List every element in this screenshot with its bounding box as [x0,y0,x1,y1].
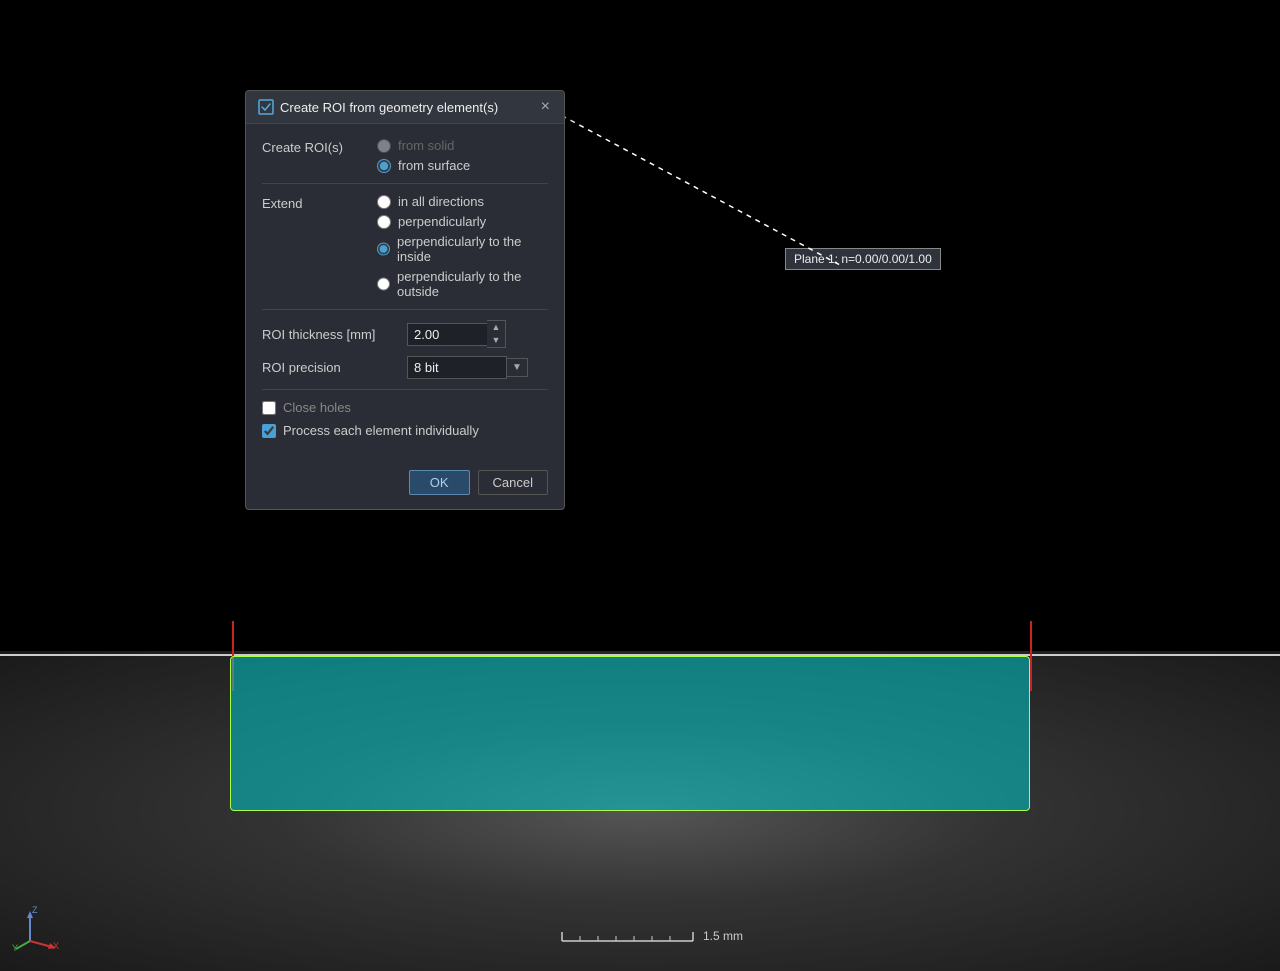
dialog-footer: OK Cancel [246,460,564,509]
scale-bar-svg [560,929,695,943]
create-roi-label: Create ROI(s) [262,138,377,155]
select-arrow-icon: ▼ [507,358,528,377]
roi-icon [258,99,274,115]
spinner-down[interactable]: ▼ [487,334,505,347]
extend-controls: in all directions perpendicularly perpen… [377,194,548,299]
divider-3 [262,389,548,390]
cancel-button[interactable]: Cancel [478,470,548,495]
close-holes-label: Close holes [283,400,351,415]
from-solid-label: from solid [398,138,454,153]
roi-thickness-input-wrap: ▲ ▼ [407,320,548,348]
process-each-checkbox[interactable] [262,424,276,438]
from-surface-option[interactable]: from surface [377,158,548,173]
create-roi-row: Create ROI(s) from solid from surface [262,138,548,173]
roi-precision-row: ROI precision 8 bit 16 bit 32 bit ▼ [262,356,548,379]
close-holes-row: Close holes [262,400,548,415]
roi-thickness-label: ROI thickness [mm] [262,327,407,342]
perpendicularly-inside-label: perpendicularly to the inside [397,234,548,264]
axis-indicator: Z X Y [10,901,60,951]
dialog: Create ROI from geometry element(s) × Cr… [245,90,565,510]
perpendicularly-inside-option[interactable]: perpendicularly to the inside [377,234,548,264]
in-all-directions-option[interactable]: in all directions [377,194,548,209]
dialog-title-left: Create ROI from geometry element(s) [258,99,498,115]
extend-row: Extend in all directions perpendicularly… [262,194,548,299]
in-all-directions-label: in all directions [398,194,484,209]
divider-1 [262,183,548,184]
perpendicularly-outside-label: perpendicularly to the outside [397,269,548,299]
roi-box [230,656,1030,811]
scale-bar: 1.5 mm [560,929,743,943]
spinner-up[interactable]: ▲ [487,321,505,334]
roi-precision-select[interactable]: 8 bit 16 bit 32 bit [407,356,507,379]
roi-thickness-spinner: ▲ ▼ [487,320,506,348]
plane-tooltip: Plane 1: n=0.00/0.00/1.00 [785,248,941,270]
viewport: Plane 1: n=0.00/0.00/1.00 1.5 mm Z X [0,0,1280,971]
close-holes-checkbox[interactable] [262,401,276,415]
svg-text:Z: Z [32,905,38,915]
extend-label: Extend [262,194,377,211]
svg-text:Y: Y [12,943,18,951]
divider-2 [262,309,548,310]
process-each-row: Process each element individually [262,423,548,438]
plane-tooltip-text: Plane 1: n=0.00/0.00/1.00 [794,252,932,266]
roi-precision-label: ROI precision [262,360,407,375]
dialog-title-text: Create ROI from geometry element(s) [280,100,498,115]
perpendicularly-option[interactable]: perpendicularly [377,214,548,229]
roi-precision-select-wrap: 8 bit 16 bit 32 bit ▼ [407,356,548,379]
svg-text:X: X [53,941,59,951]
roi-thickness-input[interactable] [407,323,487,346]
from-solid-option[interactable]: from solid [377,138,548,153]
red-line-right [1030,621,1032,691]
dialog-titlebar: Create ROI from geometry element(s) × [246,91,564,124]
perpendicularly-label: perpendicularly [398,214,486,229]
dialog-body: Create ROI(s) from solid from surface Ex… [246,124,564,460]
roi-thickness-row: ROI thickness [mm] ▲ ▼ [262,320,548,348]
perpendicularly-outside-option[interactable]: perpendicularly to the outside [377,269,548,299]
from-surface-label: from surface [398,158,470,173]
create-roi-controls: from solid from surface [377,138,548,173]
close-button[interactable]: × [539,99,552,115]
scale-bar-label: 1.5 mm [703,929,743,943]
ok-button[interactable]: OK [409,470,470,495]
process-each-label: Process each element individually [283,423,479,438]
